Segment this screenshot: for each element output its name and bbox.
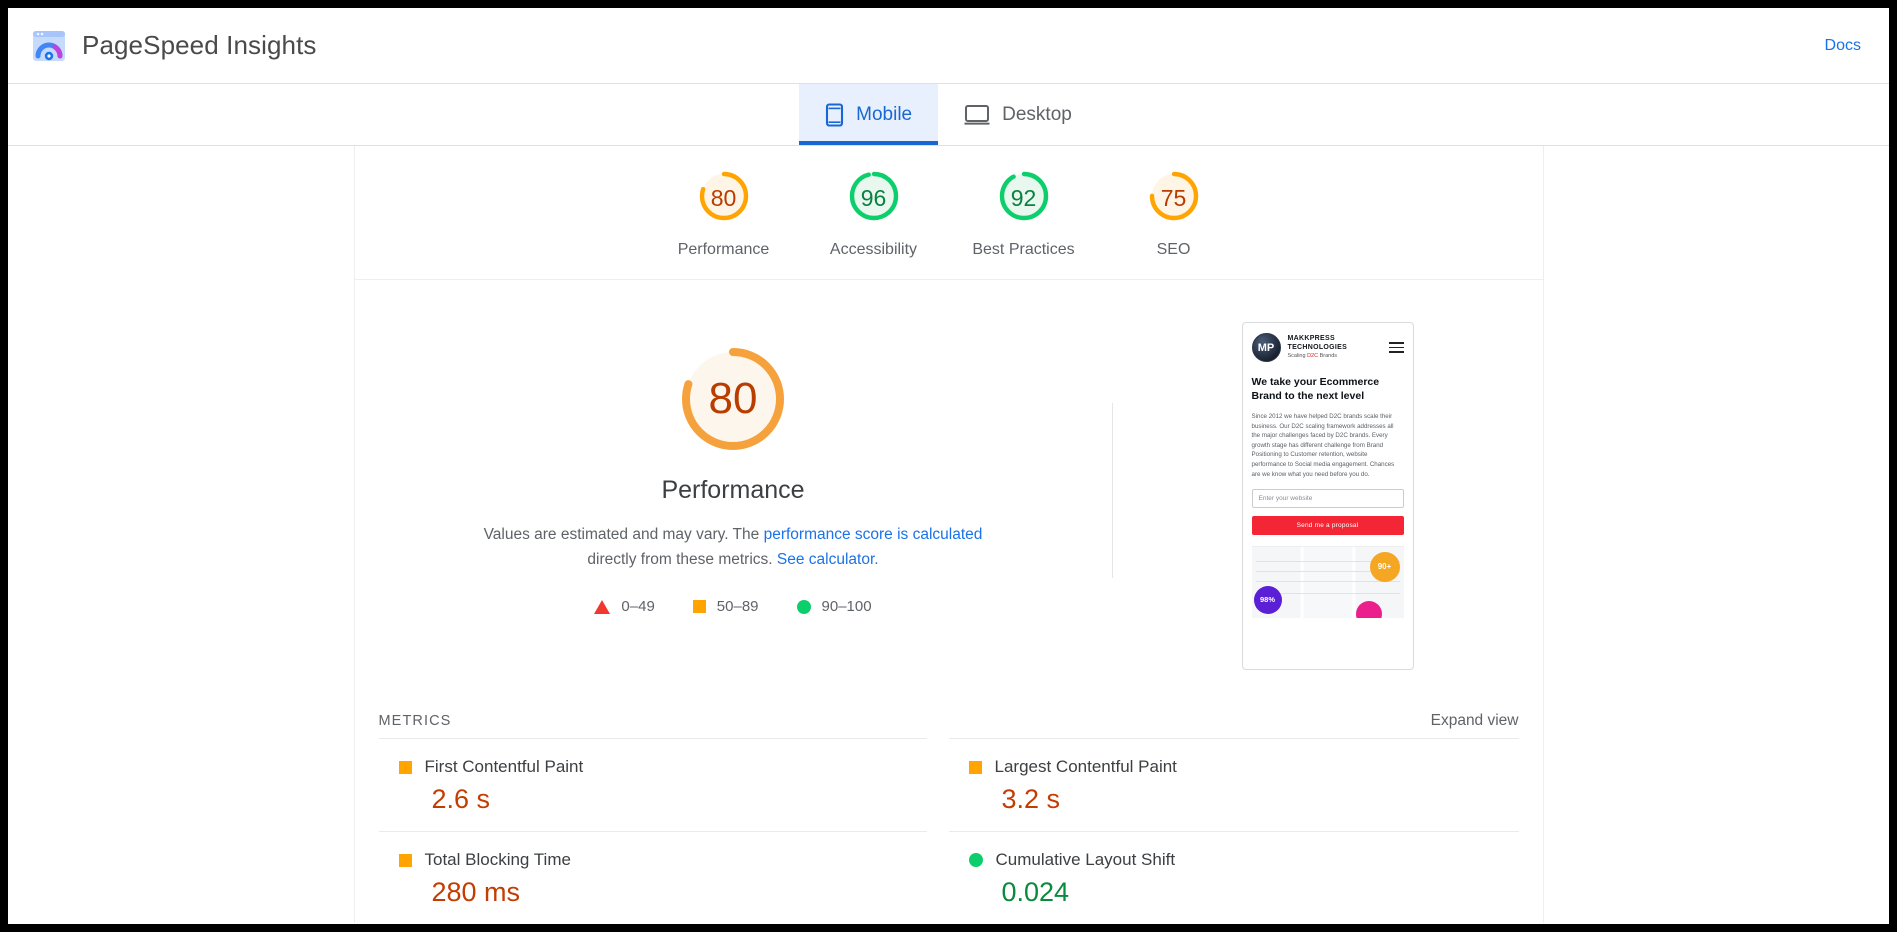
metric-cumulative-layout-shift[interactable]: Cumulative Layout Shift 0.024 (948, 831, 1519, 924)
mobile-phone-icon (825, 102, 844, 127)
legend-item-average: 50–89 (692, 598, 759, 615)
site-badge-1: 90+ (1369, 552, 1400, 583)
score-value: 80 (710, 185, 737, 211)
see-calculator-link[interactable]: See calculator. (777, 551, 879, 568)
metric-value: 280 ms (431, 877, 521, 907)
site-cta-button: Send me a proposal (1251, 516, 1404, 536)
desc-text-1: Values are estimated and may vary. The (483, 526, 764, 543)
circle-icon (968, 853, 983, 867)
docs-link[interactable]: Docs (1825, 37, 1861, 55)
metric-total-blocking-time[interactable]: Total Blocking Time 280 ms (378, 831, 927, 924)
score-label: SEO (1156, 241, 1191, 258)
metric-header: First Contentful Paint (398, 757, 905, 777)
performance-description: Values are estimated and may vary. The p… (483, 522, 983, 572)
device-tabs: Mobile Desktop (8, 84, 1889, 146)
site-dashboard-collage: 90+ 98% (1251, 546, 1404, 619)
phone-screenshot: MP MAKKPRESS TECHNOLOGIES Scaling D2C Br… (1241, 322, 1414, 670)
legend-item-good: 90–100 (796, 598, 872, 615)
square-icon (968, 760, 982, 774)
square-icon (398, 853, 412, 867)
metric-header: Total Blocking Time (398, 850, 905, 870)
score-gauge: 96 (846, 168, 902, 229)
site-logo: MP (1251, 333, 1281, 362)
site-badge-2: 98% (1253, 586, 1282, 615)
metric-first-contentful-paint[interactable]: First Contentful Paint 2.6 s (378, 738, 927, 831)
legend-item-poor: 0–49 (594, 598, 655, 615)
site-body-text: Since 2012 we have helped D2C brands sca… (1251, 413, 1395, 478)
category-scores: 80 Performance 96 Accessibility 92 Best … (354, 146, 1543, 280)
metric-header: Cumulative Layout Shift (968, 850, 1497, 870)
app-header: PageSpeed Insights Docs (8, 8, 1889, 84)
score-label: Accessibility (829, 241, 918, 258)
app-window: PageSpeed Insights Docs Mobile Desktop 8… (8, 8, 1889, 924)
score-value: 92 (1010, 185, 1037, 211)
metrics-title: METRICS (378, 713, 452, 729)
site-header: MP MAKKPRESS TECHNOLOGIES Scaling D2C Br… (1251, 333, 1404, 362)
metrics-header: METRICS Expand view (355, 704, 1543, 738)
score-gauge: 92 (996, 168, 1052, 229)
metric-value: 3.2 s (1001, 784, 1061, 814)
performance-score-calculated-link[interactable]: performance score is calculated (764, 526, 983, 543)
legend-label: 90–100 (821, 598, 872, 615)
score-value: 75 (1160, 185, 1187, 211)
score-seo[interactable]: 75 SEO (1099, 168, 1249, 259)
hamburger-menu-icon[interactable] (1388, 342, 1404, 353)
metric-value: 0.024 (1001, 877, 1070, 907)
performance-title: Performance (661, 476, 805, 504)
metric-largest-contentful-paint[interactable]: Largest Contentful Paint 3.2 s (948, 738, 1519, 831)
tab-mobile[interactable]: Mobile (799, 84, 939, 145)
site-badge-3 (1355, 601, 1382, 619)
tab-mobile-label: Mobile (856, 103, 913, 125)
metric-name: First Contentful Paint (424, 757, 584, 776)
tab-desktop-label: Desktop (1002, 103, 1072, 125)
legend-label: 0–49 (621, 598, 655, 615)
site-brand-line1: MAKKPRESS (1287, 335, 1335, 342)
performance-score-value: 80 (708, 374, 758, 423)
pagespeed-gauge-icon (30, 27, 68, 65)
score-performance[interactable]: 80 Performance (649, 168, 799, 259)
site-brand: MAKKPRESS TECHNOLOGIES Scaling D2C Brand… (1288, 334, 1348, 361)
metric-name: Total Blocking Time (424, 850, 571, 869)
site-website-input: Enter your website (1251, 489, 1404, 509)
score-label: Performance (677, 241, 770, 258)
site-brand-line2: TECHNOLOGIES (1287, 344, 1348, 351)
score-value: 96 (860, 185, 887, 211)
triangle-icon (594, 599, 611, 614)
score-accessibility[interactable]: 96 Accessibility (799, 168, 949, 259)
metrics-grid: First Contentful Paint 2.6 s Largest Con… (355, 738, 1543, 924)
score-best-practices[interactable]: 92 Best Practices (949, 168, 1099, 259)
tab-desktop[interactable]: Desktop (938, 84, 1098, 145)
metric-name: Largest Contentful Paint (994, 757, 1177, 776)
performance-details: 80 Performance Values are estimated and … (355, 318, 1112, 670)
metric-name: Cumulative Layout Shift (995, 850, 1176, 869)
score-gauge: 75 (1146, 168, 1202, 229)
performance-summary: 80 Performance Values are estimated and … (355, 280, 1543, 670)
square-icon (692, 600, 706, 613)
expand-view-button[interactable]: Expand view (1431, 712, 1519, 730)
site-headline: We take your Ecommerce Brand to the next… (1251, 376, 1380, 402)
metric-header: Largest Contentful Paint (968, 757, 1497, 777)
square-icon (398, 760, 412, 774)
site-tagline: Scaling D2C Brands (1287, 353, 1338, 359)
metric-value: 2.6 s (431, 784, 491, 814)
legend-label: 50–89 (716, 598, 759, 615)
report-card: 80 Performance 96 Accessibility 92 Best … (353, 146, 1544, 924)
score-gauge: 80 (696, 168, 752, 229)
score-label: Best Practices (972, 241, 1075, 258)
screenshot-preview: MP MAKKPRESS TECHNOLOGIES Scaling D2C Br… (1113, 318, 1543, 670)
page-title: PageSpeed Insights (82, 30, 317, 60)
circle-icon (796, 599, 811, 614)
desc-text-2: directly from these metrics. (587, 551, 777, 568)
score-legend: 0–49 50–89 90–100 (594, 598, 872, 615)
performance-gauge: 80 (674, 340, 792, 458)
desktop-monitor-icon (964, 104, 990, 126)
brand: PageSpeed Insights (30, 27, 317, 65)
